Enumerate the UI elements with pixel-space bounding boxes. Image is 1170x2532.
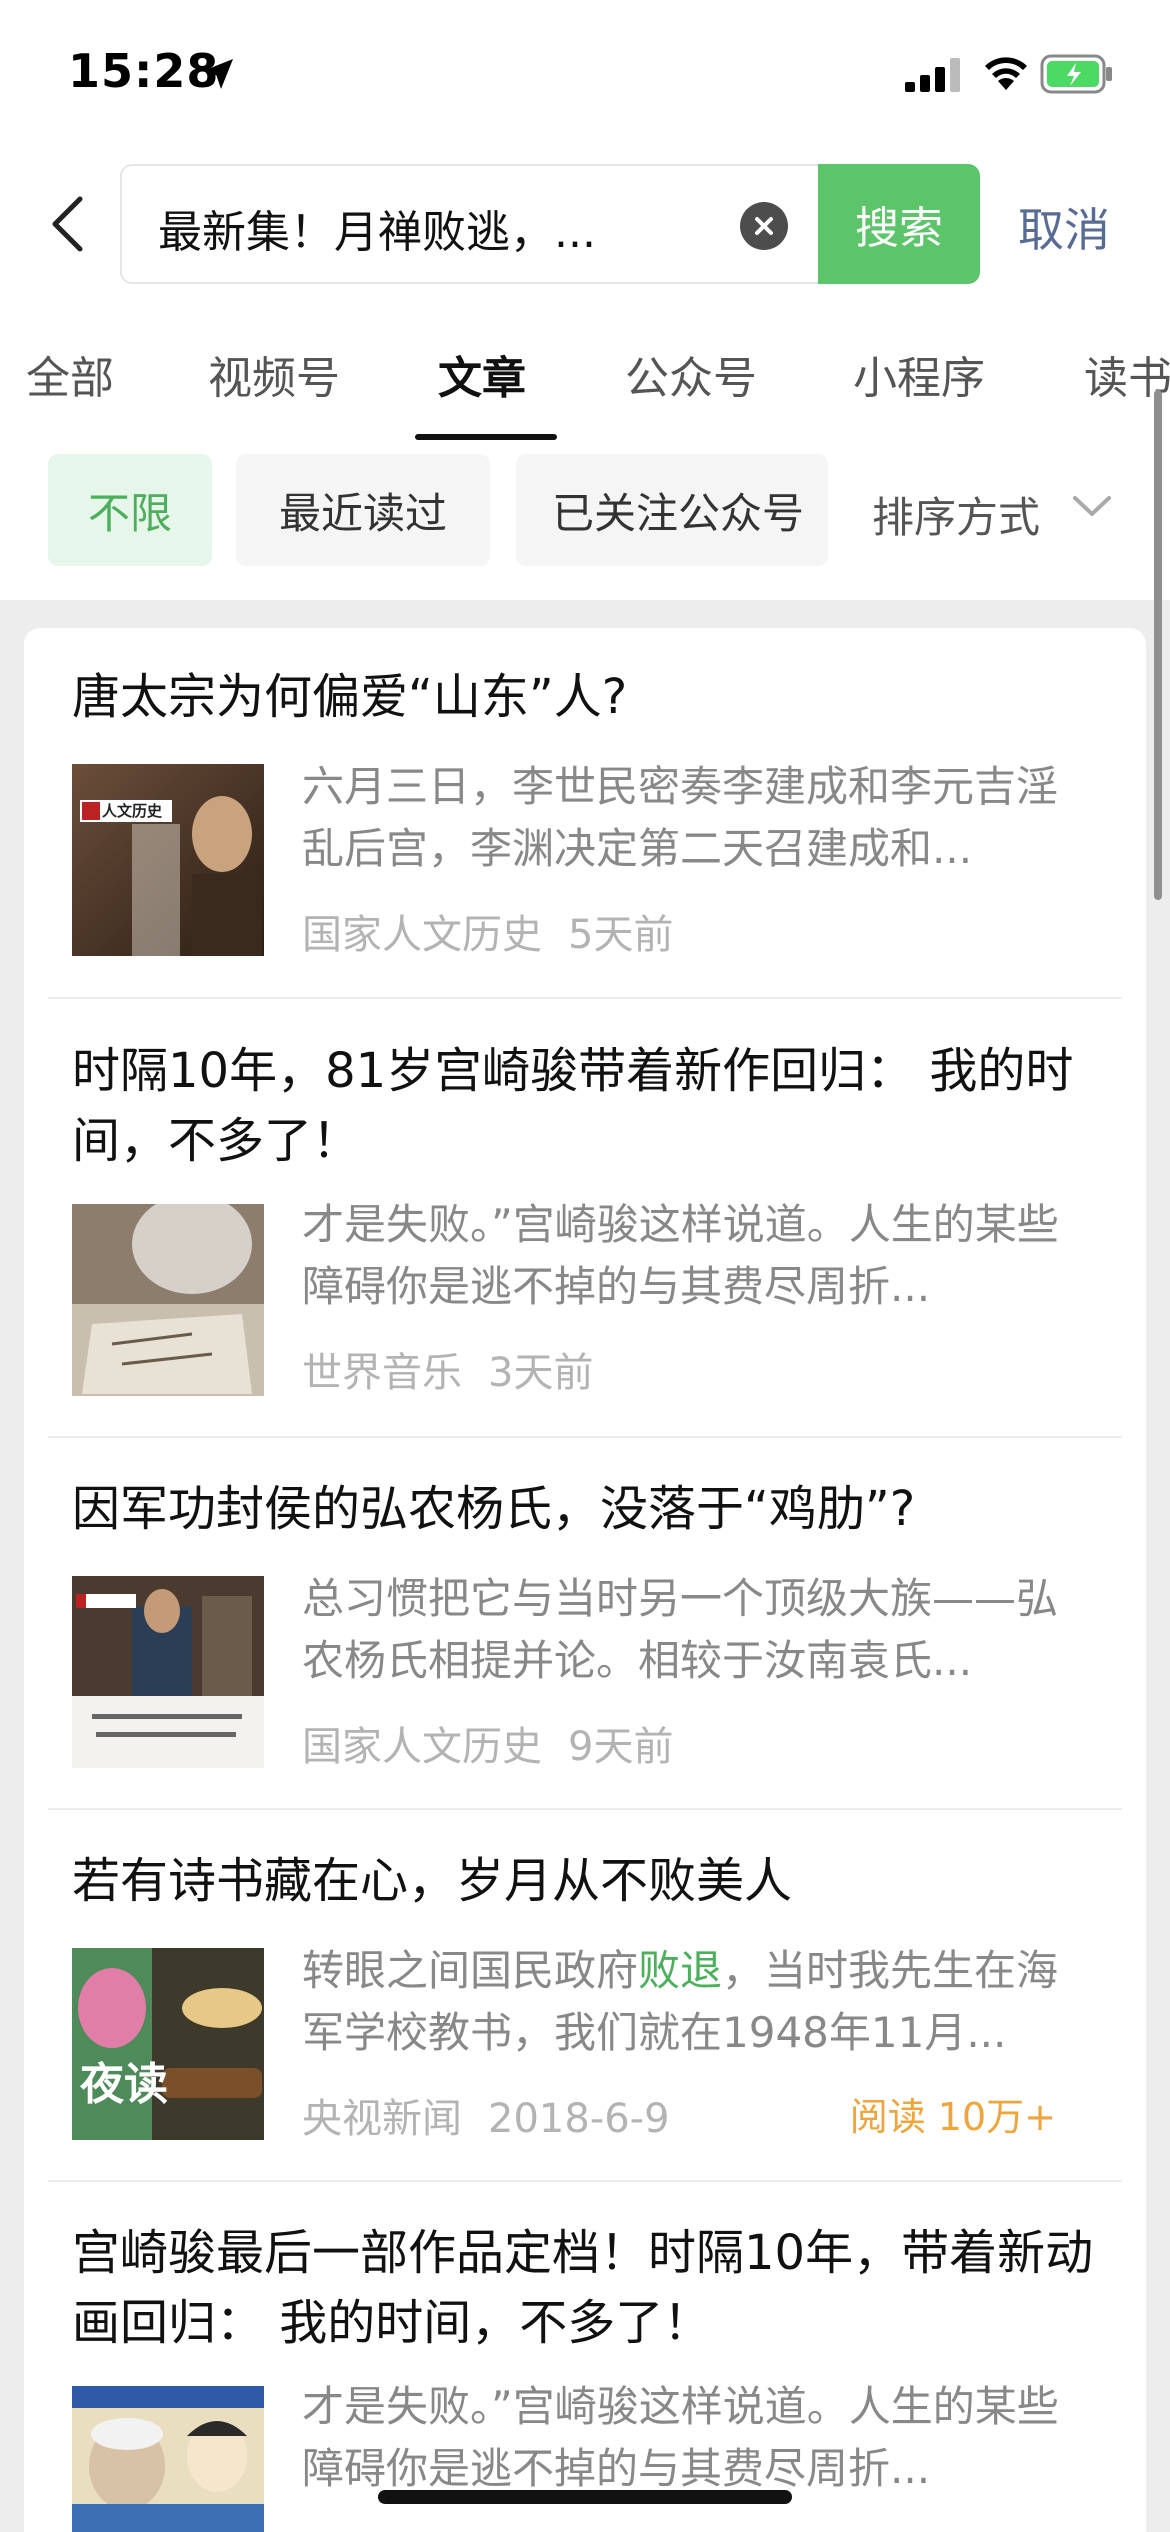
divider — [48, 1808, 1122, 1810]
highlighted-term: 败退 — [638, 1946, 723, 1995]
filter-chip-recently-read[interactable]: 最近读过 — [236, 454, 490, 566]
tab-mini-programs[interactable]: 小程序 — [853, 342, 985, 406]
article-snippet: 转眼之间国民政府败退，当时我先生在海军学校教书，我们就在1948年11月... — [302, 1946, 1059, 2057]
scrollbar[interactable] — [1154, 390, 1162, 900]
article-title: 宫崎骏最后一部作品定档！时隔10年，带着新动画回归： 我的时间，不多了！ — [72, 2225, 1094, 2351]
filter-chip-any[interactable]: 不限 — [48, 454, 212, 566]
sort-dropdown[interactable]: 排序方式 — [872, 484, 1040, 545]
article-thumbnail: 夜读 — [72, 1948, 264, 2140]
article-title: 因军功封侯的弘农杨氏，没落于“鸡肋”? — [72, 1481, 916, 1537]
article-thumbnail — [72, 1576, 264, 1768]
location-arrow-icon — [203, 59, 233, 89]
article-time: 9天前 — [568, 1724, 674, 1770]
filter-bar: 不限 最近读过 已关注公众号 排序方式 — [0, 452, 1170, 570]
article-snippet: 六月三日，李世民密奏李建成和李元吉淫乱后宫，李渊决定第二天召建成和... — [302, 762, 1059, 873]
article-snippet: 总习惯把它与当时另一个顶级大族——弘农杨氏相提并论。相较于汝南袁氏... — [302, 1574, 1059, 1685]
article-snippet: 才是失败。”宫崎骏这样说道。人生的某些障碍你是逃不掉的与其费尽周折... — [302, 1200, 1059, 1311]
active-tab-indicator — [415, 434, 557, 440]
read-count: 阅读 10万+ — [849, 2095, 1056, 2139]
article-meta: 世界音乐 3天前 — [302, 1340, 593, 1398]
thumbnail-caption: 夜读 — [80, 2059, 168, 2110]
status-time: 15:28 — [68, 44, 220, 98]
article-item[interactable]: 宫崎骏最后一部作品定档！时隔10年，带着新动画回归： 我的时间，不多了！ 才是失… — [48, 2218, 1104, 2532]
status-bar: 15:28 — [0, 0, 1170, 150]
article-thumbnail — [72, 1204, 264, 1396]
cancel-button[interactable]: 取消 — [1018, 194, 1110, 260]
article-time: 2018-6-9 — [488, 2096, 670, 2142]
article-title: 时隔10年，81岁宫崎骏带着新作回归： 我的时间，不多了！ — [72, 1043, 1074, 1169]
article-meta: 国家人文历史 9天前 — [302, 1714, 673, 1772]
divider — [48, 1436, 1122, 1438]
divider — [48, 997, 1122, 999]
article-thumbnail: 人文历史 — [72, 764, 264, 956]
thumbnail-caption: 人文历史 — [102, 802, 163, 820]
tab-all[interactable]: 全部 — [26, 342, 114, 406]
article-source: 国家人文历史 — [302, 912, 542, 958]
wifi-icon — [985, 57, 1027, 90]
tab-articles[interactable]: 文章 — [438, 342, 526, 406]
home-indicator[interactable] — [378, 2490, 792, 2504]
article-item[interactable]: 时隔10年，81岁宫崎骏带着新作回归： 我的时间，不多了！ 才是失败。”宫崎骏这… — [48, 1036, 1104, 1396]
article-thumbnail — [72, 2386, 264, 2532]
article-item[interactable]: 唐太宗为何偏爱“山东”人? 人文历史 六月三日，李世民密奏李建成和李元吉淫乱后宫… — [48, 662, 1104, 958]
article-item[interactable]: 若有诗书藏在心，岁月从不败美人 夜读 转眼之间国民政府败退，当时我先生在海军学校… — [48, 1846, 1104, 2142]
divider — [48, 2180, 1122, 2182]
tab-channels[interactable]: 视频号 — [208, 342, 340, 406]
article-title: 若有诗书藏在心，岁月从不败美人 — [72, 1853, 793, 1909]
article-item[interactable]: 因军功封侯的弘农杨氏，没落于“鸡肋”? 总习惯把它与当时另一个顶级大族——弘农杨… — [48, 1474, 1104, 1770]
article-meta: 国家人文历史 5天前 — [302, 902, 673, 960]
category-tabs: 全部 视频号 文章 公众号 小程序 读书 — [0, 336, 1170, 446]
article-time: 3天前 — [488, 1350, 594, 1396]
chevron-left-icon — [52, 196, 83, 252]
tab-official-accounts[interactable]: 公众号 — [625, 342, 757, 406]
article-time: 5天前 — [568, 912, 674, 958]
search-row: 最新集！月禅败逃，... 搜索 取消 — [0, 162, 1170, 286]
cellular-signal-icon — [905, 58, 960, 92]
search-input[interactable]: 最新集！月禅败逃，... — [120, 164, 820, 284]
article-title: 唐太宗为何偏爱“山东”人? — [72, 669, 628, 725]
filter-chip-followed-accounts[interactable]: 已关注公众号 — [516, 454, 828, 566]
search-button[interactable]: 搜索 — [818, 164, 980, 284]
battery-charging-icon — [1040, 54, 1112, 94]
article-source: 国家人文历史 — [302, 1724, 542, 1770]
back-button[interactable] — [42, 184, 92, 264]
search-query-text: 最新集！月禅败逃，... — [158, 207, 596, 258]
clear-search-icon[interactable] — [740, 202, 788, 250]
article-meta: 央视新闻 2018-6-9 — [302, 2086, 670, 2144]
article-source: 世界音乐 — [302, 1350, 462, 1396]
article-snippet: 才是失败。”宫崎骏这样说道。人生的某些障碍你是逃不掉的与其费尽周折... — [302, 2382, 1059, 2493]
article-source: 央视新闻 — [302, 2096, 462, 2142]
chevron-down-icon — [1073, 496, 1111, 516]
